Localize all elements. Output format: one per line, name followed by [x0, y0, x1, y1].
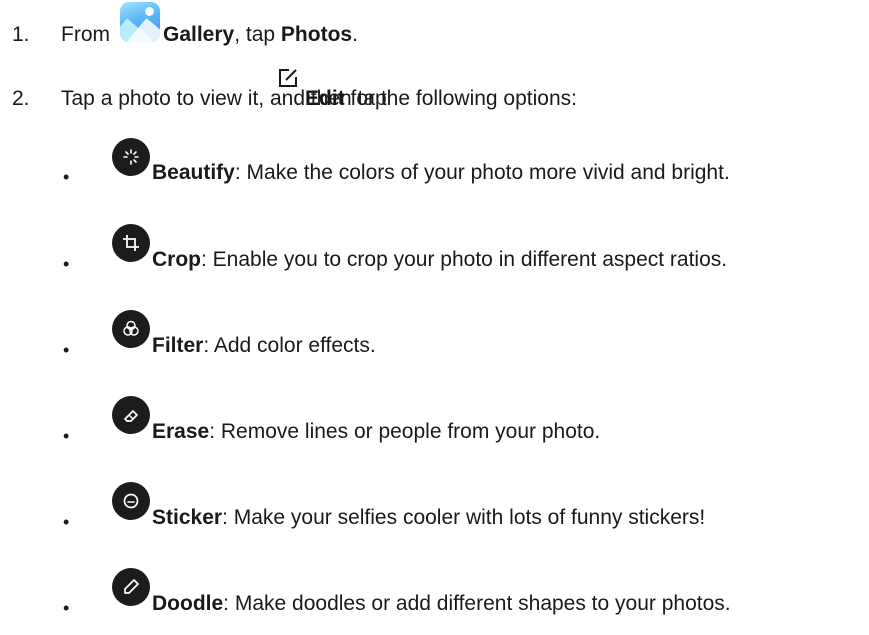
option-description: : Remove lines or people from your photo…	[209, 420, 601, 443]
gallery-label: Gallery	[163, 23, 235, 46]
option-text: Beautify: Make the colors of your photo …	[152, 160, 730, 186]
sticker-icon	[112, 482, 150, 520]
step-number: 1.	[12, 23, 30, 46]
bullet: •	[63, 254, 70, 274]
edit-label: Edit	[305, 87, 345, 110]
option-description: : Make doodles or add different shapes t…	[223, 592, 731, 615]
option-description: : Add color effects.	[203, 334, 376, 357]
option-description: : Make the colors of your photo more viv…	[234, 161, 730, 184]
step-text-part: , tap	[234, 23, 281, 46]
bullet: •	[63, 167, 70, 187]
option-title: Beautify	[152, 161, 235, 184]
option-text: Doodle: Make doodles or add different sh…	[152, 591, 731, 617]
filter-icon	[112, 310, 150, 348]
doodle-icon	[112, 568, 150, 606]
crop-icon	[112, 224, 150, 262]
step-text-part: for the following options:	[344, 87, 577, 110]
option-title: Doodle	[152, 592, 224, 615]
erase-icon	[112, 396, 150, 434]
option-description: : Make your selfies cooler with lots of …	[222, 506, 706, 529]
bullet: •	[63, 426, 70, 446]
bullet: •	[63, 340, 70, 360]
beautify-icon	[112, 138, 150, 176]
step-1-text-rest: Gallery, tap Photos.	[163, 22, 358, 48]
step-text-part: .	[352, 23, 358, 46]
bullet: •	[63, 512, 70, 532]
option-text: Sticker: Make your selfies cooler with l…	[152, 505, 705, 531]
option-title: Filter	[152, 334, 204, 357]
option-text: Crop: Enable you to crop your photo in d…	[152, 247, 727, 273]
option-title: Sticker	[152, 506, 223, 529]
bullet: •	[63, 598, 70, 618]
step-number: 2.	[12, 87, 30, 110]
edit-icon	[279, 69, 297, 87]
option-title: Crop	[152, 248, 201, 271]
step-text-part: From	[61, 23, 110, 46]
option-text: Filter: Add color effects.	[152, 333, 376, 359]
step-2-text-rest: Edit for the following options:	[305, 86, 577, 112]
gallery-app-icon	[120, 2, 160, 42]
option-description: : Enable you to crop your photo in diffe…	[201, 248, 728, 271]
option-text: Erase: Remove lines or people from your …	[152, 419, 600, 445]
step-1-text: From	[61, 22, 110, 48]
photos-label: Photos	[280, 23, 353, 46]
option-title: Erase	[152, 420, 210, 443]
